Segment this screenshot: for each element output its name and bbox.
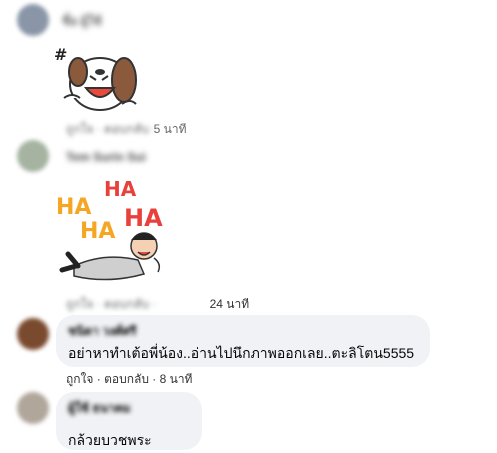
- comment-bubble: ชนิดา วงศ์ศรี อย่าหาทำเต้อพี่น้อง..อ่านไ…: [56, 315, 430, 367]
- comment-time[interactable]: 5 นาที: [154, 122, 187, 136]
- avatar[interactable]: [17, 4, 49, 36]
- comment-time[interactable]: 24 นาที: [210, 297, 250, 311]
- ha-text: HA: [104, 177, 137, 201]
- avatar[interactable]: [17, 318, 49, 350]
- comment-actions[interactable]: ถูกใจ · ตอบกลับ ·: [66, 297, 156, 311]
- haha-laughing-man-sticker: HA HA HA HA: [54, 174, 174, 290]
- comment-meta: ถูกใจ · ตอบกลับ · 24 นาที: [66, 295, 249, 314]
- avatar[interactable]: [17, 392, 49, 424]
- comment-meta: ถูกใจ · ตอบกลับ · 8 นาที: [66, 370, 192, 389]
- ha-text: HA: [56, 195, 91, 220]
- ha-text: HA: [124, 204, 163, 232]
- svg-text:#: #: [54, 45, 67, 64]
- comment-author-name[interactable]: ชนิดา วงศ์ศรี: [68, 322, 137, 341]
- avatar[interactable]: [17, 140, 49, 172]
- laughing-dog-sticker: #: [52, 42, 144, 118]
- comment-text: อย่าหาทำเต้อพี่น้อง..อ่านไปนึกภาพออกเลย.…: [68, 345, 415, 361]
- comment-author-name[interactable]: Tem Surin Sui: [66, 150, 146, 164]
- ha-text: HA: [80, 219, 115, 244]
- comment-author-name[interactable]: ชื่อ ผู้ใช้: [62, 12, 102, 31]
- comment-actions[interactable]: ถูกใจ · ตอบกลับ · 8 นาที: [66, 372, 192, 386]
- comment-author-name[interactable]: ผู้ใช้ ธนาคม: [68, 399, 131, 418]
- comment-meta: ถูกใจ · ตอบกลับ · 5 นาที: [66, 120, 192, 139]
- comment-actions[interactable]: ถูกใจ · ตอบกลับ ·: [66, 122, 156, 136]
- comment-bubble: ผู้ใช้ ธนาคม กล้วยบวชพระ: [56, 392, 202, 450]
- comment-text: กล้วยบวชพระ: [68, 432, 152, 448]
